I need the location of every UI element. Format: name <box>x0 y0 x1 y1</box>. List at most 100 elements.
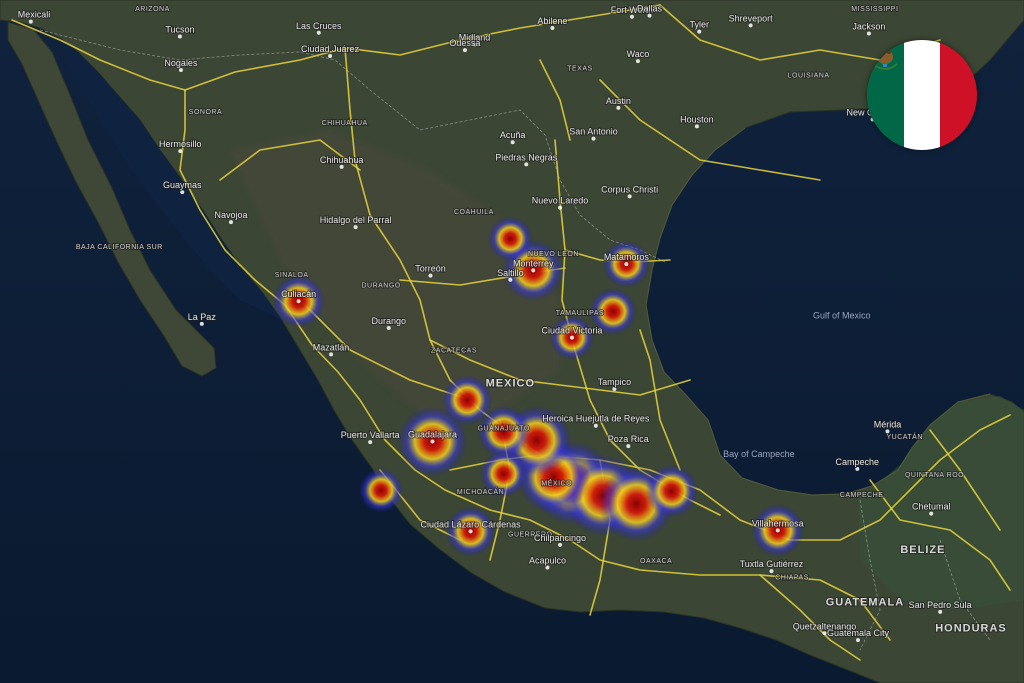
city-label-navojoa: Navojoa <box>214 210 247 220</box>
country-label-mexico: MEXICO <box>486 378 535 390</box>
city-marker-mexicali <box>28 19 33 24</box>
city-label-corpus-christi: Corpus Christi <box>601 184 658 194</box>
state-label-sinaloa: SINALOA <box>275 272 309 279</box>
city-marker-heroica-huejutla-de-reyes <box>593 423 598 428</box>
city-marker-quetzaltenango <box>822 631 827 636</box>
city-marker-dallas <box>647 13 652 18</box>
country-label-honduras: HONDURAS <box>935 622 1007 634</box>
city-label-culiacan: Culiacán <box>281 289 316 299</box>
city-marker-tyler <box>697 29 702 34</box>
city-label-tampico: Tampico <box>598 377 632 387</box>
city-marker-jackson <box>866 31 871 36</box>
city-label-nogales: Nogales <box>164 58 198 68</box>
mexico-flag-badge <box>867 40 977 150</box>
city-label-puerto-vallarta: Puerto Vallarta <box>341 430 400 440</box>
city-marker-acuna <box>510 140 515 145</box>
city-label-jackson: Jackson <box>852 22 885 32</box>
state-label-tamaulipas: TAMAULIPAS <box>556 310 604 317</box>
state-label-quintana-roo: QUINTANA ROO <box>905 472 964 479</box>
city-marker-san-pedro-sula <box>938 609 943 614</box>
city-marker-san-antonio <box>591 136 596 141</box>
city-marker-odessa <box>462 48 467 53</box>
city-marker-ciudad-victoria <box>569 335 574 340</box>
city-label-las-cruces: Las Cruces <box>296 21 342 31</box>
city-label-matamoros: Matamoros <box>604 252 650 262</box>
city-label-merida: Mérida <box>874 419 902 429</box>
city-label-mexicali: Mexicali <box>18 10 51 20</box>
city-label-la-paz: La Paz <box>188 312 217 322</box>
state-label-baja-california-sur: BAJA CALIFORNIA SUR <box>76 244 163 251</box>
water-label-gulf-of-mexico: Gulf of Mexico <box>813 310 871 320</box>
state-label-texas: TEXAS <box>567 65 592 72</box>
city-marker-acapulco <box>545 565 550 570</box>
city-marker-navojoa <box>228 220 233 225</box>
state-label-mexico: MÉXICO <box>541 478 572 487</box>
city-label-dallas: Dallas <box>637 4 663 14</box>
city-marker-houston <box>694 124 699 129</box>
city-label-tuxtla-gutierrez: Tuxtla Gutiérrez <box>740 559 804 569</box>
city-label-guatemala-city: Guatemala City <box>827 628 890 638</box>
state-label-mississippi: MISSISSIPPI <box>851 6 898 13</box>
city-label-nuevo-laredo: Nuevo Laredo <box>532 196 589 206</box>
city-marker-nogales <box>178 67 183 72</box>
city-label-ciudad-victoria: Ciudad Victoria <box>542 326 603 336</box>
city-label-ciudad-lazaro-cardenas: Ciudad Lázaro Cárdenas <box>421 519 522 529</box>
city-marker-chetumal <box>929 511 934 516</box>
city-marker-guadalajara <box>430 439 435 444</box>
city-marker-ciudad-lazaro-cardenas <box>468 529 473 534</box>
city-label-chihuahua: Chihuahua <box>320 155 364 165</box>
city-marker-hermosillo <box>178 149 183 154</box>
city-marker-austin <box>616 105 621 110</box>
city-marker-durango <box>386 326 391 331</box>
city-marker-waco <box>635 59 640 64</box>
heat-spot-9 <box>645 464 699 518</box>
city-label-abilene: Abilene <box>537 16 567 26</box>
country-label-guatemala: GUATEMALA <box>826 596 904 608</box>
city-marker-torreon <box>428 273 433 278</box>
city-marker-tampico <box>612 386 617 391</box>
city-label-saltillo: Saltillo <box>497 268 524 278</box>
city-marker-hidalgo-del-parral <box>353 225 358 230</box>
city-label-poza-rica: Poza Rica <box>608 434 649 444</box>
city-label-tyler: Tyler <box>689 20 709 30</box>
state-label-durango: DURANGO <box>361 282 400 289</box>
city-label-chetumal: Chetumal <box>912 502 951 512</box>
state-label-michoacan: MICHOACÁN <box>457 487 504 496</box>
city-marker-tucson <box>177 34 182 39</box>
city-marker-abilene <box>550 25 555 30</box>
map-view[interactable]: ARIZONA TEXAS MISSISSIPPI LOUISIANA SONORA CH… <box>0 0 1024 683</box>
city-marker-nuevo-laredo <box>558 205 563 210</box>
city-marker-saltillo <box>508 277 513 282</box>
city-marker-monterrey <box>531 268 536 273</box>
city-label-piedras-negras: Piedras Negras <box>495 152 558 162</box>
city-label-hidalgo-del-parral: Hidalgo del Parral <box>320 215 392 225</box>
city-label-houston: Houston <box>680 114 714 124</box>
city-marker-mazatlan <box>329 352 334 357</box>
city-marker-tuxtla-gutierrez <box>769 569 774 574</box>
flag-stripe-white <box>903 40 941 150</box>
city-label-guaymas: Guaymas <box>163 180 202 190</box>
city-label-tucson: Tucson <box>165 24 194 34</box>
state-label-guanajuato: GUANAJUATO <box>478 425 530 432</box>
heat-spot-18 <box>358 468 404 513</box>
city-label-shreveport: Shreveport <box>729 13 774 23</box>
city-label-heroica-huejutla-de-reyes: Heroica Huejutla de Reyes <box>542 414 650 424</box>
heat-spot-16 <box>487 216 533 262</box>
city-marker-puerto-vallarta <box>368 440 373 445</box>
city-marker-guaymas <box>180 190 185 195</box>
state-label-louisiana: LOUISIANA <box>788 73 830 80</box>
city-marker-corpus-christi <box>627 194 632 199</box>
state-label-sonora: SONORA <box>189 109 222 116</box>
state-label-chiapas: CHIAPAS <box>775 574 809 581</box>
city-label-campeche: Campeche <box>836 457 880 467</box>
city-label-torreon: Torreón <box>415 264 446 274</box>
state-label-nuevo-leon: NUEVO LEÓN <box>528 249 579 258</box>
city-label-guadalajara: Guadalajara <box>408 429 457 439</box>
state-label-zacatecas: ZACATECAS <box>431 348 477 355</box>
city-marker-merida <box>885 429 890 434</box>
state-label-coahuila: COAHUILA <box>454 209 494 216</box>
city-marker-ciudad-juarez <box>328 54 333 59</box>
city-marker-culiacan <box>296 299 301 304</box>
state-label-oaxaca: OAXACA <box>640 558 672 565</box>
city-label-odessa: Odessa <box>449 38 480 48</box>
